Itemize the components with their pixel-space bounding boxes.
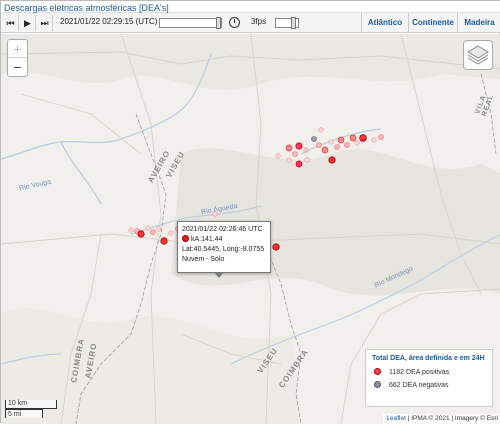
strike-marker bbox=[311, 136, 317, 142]
time-slider[interactable] bbox=[159, 17, 222, 29]
strike-marker bbox=[371, 137, 377, 143]
play-icon: ▶ bbox=[24, 18, 31, 28]
scale-mi: 5 mi bbox=[5, 409, 43, 418]
play-button[interactable]: ▶ bbox=[20, 15, 36, 31]
app-frame: Descargas elétricas atmosféricas [DEA's]… bbox=[0, 0, 500, 424]
current-datetime: 2021/01/22 02:29:15 (UTC) bbox=[60, 17, 158, 26]
negative-strike-icon bbox=[374, 381, 381, 388]
strike-marker bbox=[303, 147, 309, 153]
step-back-button[interactable]: ⏮ bbox=[3, 15, 19, 31]
strike-marker bbox=[295, 142, 303, 150]
strike-marker bbox=[378, 134, 384, 140]
strike-marker bbox=[321, 146, 329, 154]
fps-slider-handle[interactable] bbox=[291, 17, 296, 29]
step-forward-icon: ⏭ bbox=[40, 18, 49, 28]
strike-marker bbox=[150, 229, 156, 235]
strike-marker bbox=[354, 140, 360, 146]
popup-time: 2021/01/22 02:26:46 UTC bbox=[182, 226, 263, 233]
strike-marker bbox=[337, 136, 345, 144]
strike-marker bbox=[286, 157, 292, 163]
strike-marker bbox=[156, 226, 162, 232]
legend-title: Total DEA, área definida e em 24H bbox=[372, 355, 485, 362]
leaflet-link[interactable]: Leaflet bbox=[386, 415, 406, 422]
strike-marker bbox=[295, 160, 303, 168]
tab-atlantico[interactable]: Atlântico bbox=[361, 13, 408, 33]
strike-marker bbox=[137, 230, 145, 238]
strike-marker bbox=[318, 127, 324, 133]
step-back-icon: ⏮ bbox=[6, 18, 15, 28]
strike-cluster-northeast bbox=[275, 127, 384, 168]
animation-toolbar: ⏮ ▶ ⏭ 2021/01/22 02:29:15 (UTC) 3fps Atl… bbox=[1, 13, 500, 33]
legend-positive-row: 1182 DEA positivas bbox=[372, 368, 486, 376]
strike-marker bbox=[328, 139, 334, 145]
map-view[interactable]: Rio Vouga AVEIRO VISEU Rio Águeda Rio Mo… bbox=[1, 34, 500, 424]
attribution-text: | IPMA © 2021 | Imagery © Esri bbox=[405, 415, 498, 422]
strike-marker bbox=[128, 227, 134, 233]
scale-km: 10 km bbox=[5, 400, 57, 409]
strike-marker bbox=[349, 134, 357, 142]
strike-marker bbox=[359, 134, 367, 142]
time-slider-handle[interactable] bbox=[216, 17, 221, 29]
strike-marker bbox=[344, 142, 350, 148]
title-bar: Descargas elétricas atmosféricas [DEA's] bbox=[1, 1, 500, 13]
popup-type: Nuvem - Solo bbox=[182, 256, 225, 263]
page-title: Descargas elétricas atmosféricas [DEA's] bbox=[4, 3, 169, 13]
strike-marker bbox=[145, 225, 151, 231]
strike-marker bbox=[328, 156, 336, 164]
popup-tip bbox=[214, 272, 224, 278]
legend-negative-row: 662 DEA negativas bbox=[372, 381, 486, 389]
fps-label: 3fps bbox=[251, 17, 267, 26]
zoom-control: + − bbox=[7, 39, 28, 77]
layers-icon bbox=[467, 45, 489, 65]
legend-positive-label: 1182 DEA positivas bbox=[389, 369, 450, 376]
popup-ka-row: kA:141.44 bbox=[182, 235, 266, 245]
tab-continente[interactable]: Continente bbox=[408, 13, 457, 33]
popup-coords: Lat:40.5445, Long:-8.0755 bbox=[182, 246, 265, 253]
zoom-out-button[interactable]: − bbox=[8, 58, 27, 76]
strike-marker bbox=[275, 153, 281, 159]
legend-negative-label: 662 DEA negativas bbox=[389, 382, 449, 389]
strike-marker bbox=[160, 237, 168, 245]
strike-marker bbox=[168, 230, 174, 236]
clock-icon bbox=[229, 17, 240, 28]
strike-marker bbox=[334, 144, 340, 150]
zoom-in-button[interactable]: + bbox=[8, 40, 27, 58]
positive-strike-icon bbox=[374, 368, 381, 375]
strike-popup: 2021/01/22 02:26:46 UTC kA:141.44 Lat:40… bbox=[177, 221, 271, 273]
strike-marker bbox=[316, 142, 322, 148]
legend-panel: Total DEA, área definida e em 24H 1182 D… bbox=[365, 349, 493, 407]
popup-ka: kA:141.44 bbox=[191, 236, 223, 243]
strike-marker bbox=[212, 211, 218, 217]
strike-marker bbox=[304, 157, 310, 163]
tab-madeira[interactable]: Madeira bbox=[457, 13, 500, 33]
fps-slider[interactable] bbox=[275, 17, 299, 29]
strike-marker bbox=[292, 151, 298, 157]
positive-strike-icon bbox=[182, 235, 189, 242]
strike-marker bbox=[272, 243, 280, 251]
step-forward-button[interactable]: ⏭ bbox=[37, 15, 53, 31]
strike-marker bbox=[285, 144, 293, 152]
layers-button[interactable] bbox=[463, 40, 493, 70]
scale-bar: 10 km 5 mi bbox=[5, 400, 57, 418]
